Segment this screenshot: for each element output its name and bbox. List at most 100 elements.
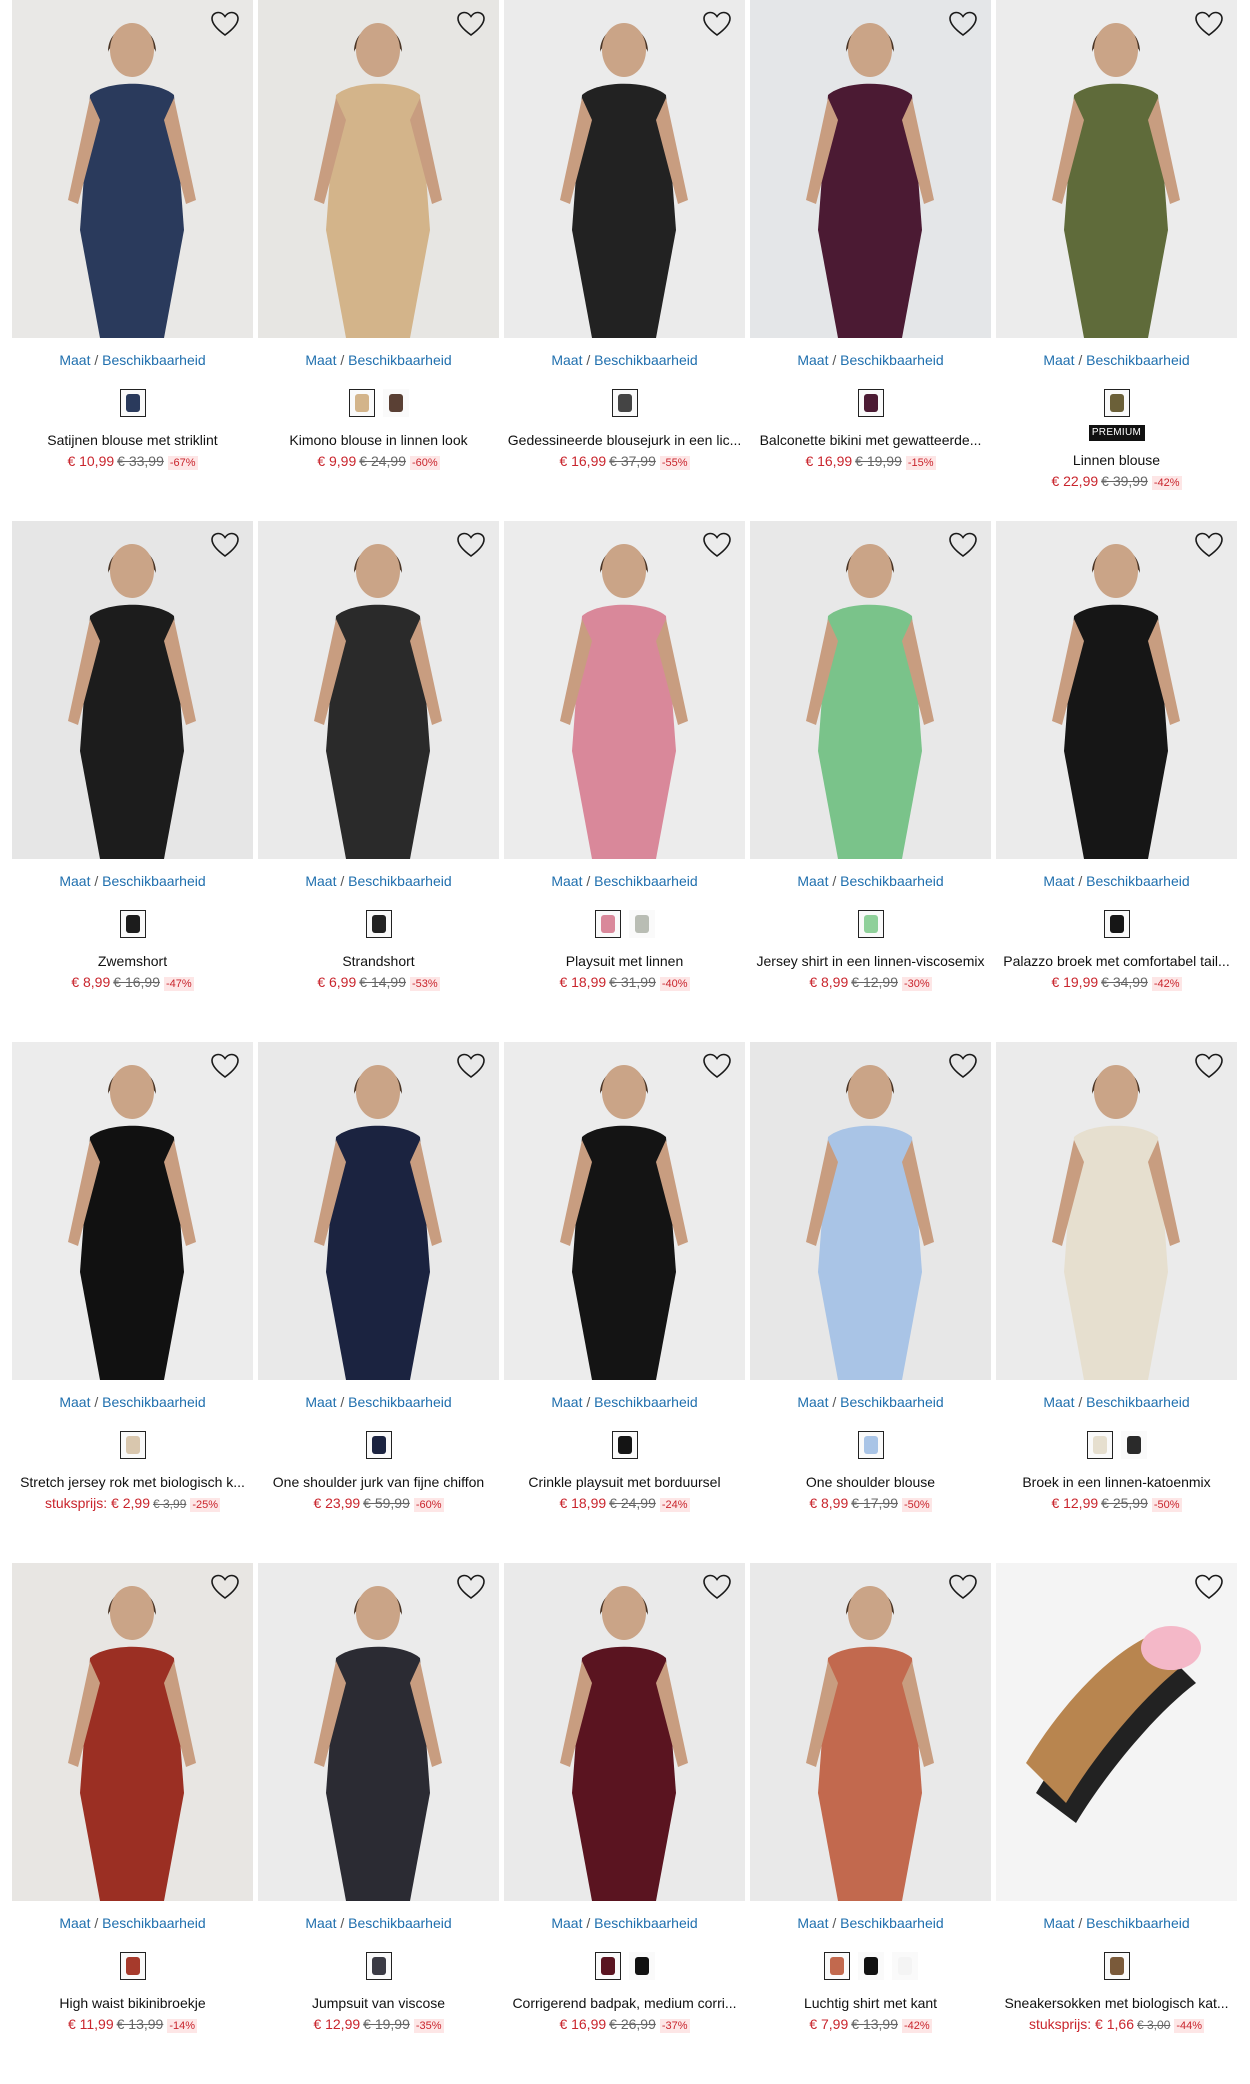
size-availability-link[interactable]: Maat / Beschikbaarheid <box>996 351 1237 369</box>
wishlist-heart-icon[interactable] <box>948 10 978 38</box>
product-image[interactable] <box>504 521 745 859</box>
size-availability-link[interactable]: Maat / Beschikbaarheid <box>750 1393 991 1411</box>
product-name[interactable]: Balconette bikini met gewatteerde... <box>750 431 991 449</box>
wishlist-heart-icon[interactable] <box>210 1573 240 1601</box>
product-card[interactable]: Maat / Beschikbaarheid PREMIUM Linnen blou… <box>996 0 1237 521</box>
product-card[interactable]: Maat / Beschikbaarheid Playsuit met linne… <box>504 521 745 1042</box>
wishlist-heart-icon[interactable] <box>702 1573 732 1601</box>
color-swatch[interactable] <box>1103 389 1130 417</box>
wishlist-heart-icon[interactable] <box>702 1052 732 1080</box>
color-swatch[interactable] <box>365 1952 392 1980</box>
product-card[interactable]: Maat / Beschikbaarheid Jumpsuit van visco… <box>258 1563 499 2084</box>
color-swatch[interactable] <box>382 389 409 417</box>
product-image[interactable] <box>258 1563 499 1901</box>
product-name[interactable]: Corrigerend badpak, medium corri... <box>504 1994 745 2012</box>
size-availability-link[interactable]: Maat / Beschikbaarheid <box>504 1393 745 1411</box>
product-card[interactable]: Maat / Beschikbaarheid One shoulder jurk … <box>258 1042 499 1563</box>
size-availability-link[interactable]: Maat / Beschikbaarheid <box>996 1393 1237 1411</box>
color-swatch[interactable] <box>857 1952 884 1980</box>
product-image[interactable] <box>258 521 499 859</box>
size-availability-link[interactable]: Maat / Beschikbaarheid <box>996 1914 1237 1932</box>
color-swatch[interactable] <box>1103 1952 1130 1980</box>
product-image[interactable] <box>12 1042 253 1380</box>
product-image[interactable] <box>750 1563 991 1901</box>
product-name[interactable]: Strandshort <box>258 952 499 970</box>
product-card[interactable]: Maat / Beschikbaarheid Balconette bikini … <box>750 0 991 521</box>
product-card[interactable]: Maat / Beschikbaarheid Crinkle playsuit m… <box>504 1042 745 1563</box>
color-swatch[interactable] <box>119 389 146 417</box>
color-swatch[interactable] <box>365 910 392 938</box>
color-swatch[interactable] <box>119 1952 146 1980</box>
size-availability-link[interactable]: Maat / Beschikbaarheid <box>750 1914 991 1932</box>
color-swatch[interactable] <box>594 910 621 938</box>
product-card[interactable]: Maat / Beschikbaarheid Gedessineerde blou… <box>504 0 745 521</box>
product-card[interactable]: Maat / Beschikbaarheid Satijnen blouse me… <box>12 0 253 521</box>
wishlist-heart-icon[interactable] <box>1194 1052 1224 1080</box>
product-image[interactable] <box>504 1563 745 1901</box>
size-availability-link[interactable]: Maat / Beschikbaarheid <box>504 1914 745 1932</box>
product-card[interactable]: Maat / Beschikbaarheid Strandshort € 6,99 €… <box>258 521 499 1042</box>
size-availability-link[interactable]: Maat / Beschikbaarheid <box>12 872 253 890</box>
product-name[interactable]: Stretch jersey rok met biologisch k... <box>12 1473 253 1491</box>
product-card[interactable]: Maat / Beschikbaarheid Broek in een linne… <box>996 1042 1237 1563</box>
wishlist-heart-icon[interactable] <box>456 1052 486 1080</box>
color-swatch[interactable] <box>823 1952 850 1980</box>
size-availability-link[interactable]: Maat / Beschikbaarheid <box>258 1914 499 1932</box>
wishlist-heart-icon[interactable] <box>948 1573 978 1601</box>
product-card[interactable]: Maat / Beschikbaarheid Zwemshort € 8,99 € 1… <box>12 521 253 1042</box>
color-swatch[interactable] <box>1086 1431 1113 1459</box>
wishlist-heart-icon[interactable] <box>702 10 732 38</box>
size-availability-link[interactable]: Maat / Beschikbaarheid <box>258 872 499 890</box>
product-name[interactable]: Luchtig shirt met kant <box>750 1994 991 2012</box>
product-image[interactable] <box>258 1042 499 1380</box>
wishlist-heart-icon[interactable] <box>210 1052 240 1080</box>
color-swatch[interactable] <box>857 910 884 938</box>
wishlist-heart-icon[interactable] <box>702 531 732 559</box>
size-availability-link[interactable]: Maat / Beschikbaarheid <box>504 351 745 369</box>
product-card[interactable]: Maat / Beschikbaarheid Sneakersokken met … <box>996 1563 1237 2084</box>
product-image[interactable] <box>12 521 253 859</box>
product-name[interactable]: Sneakersokken met biologisch kat... <box>996 1994 1237 2012</box>
product-name[interactable]: One shoulder jurk van fijne chiffon <box>258 1473 499 1491</box>
product-name[interactable]: Palazzo broek met comfortabel tail... <box>996 952 1237 970</box>
product-image[interactable] <box>12 1563 253 1901</box>
color-swatch[interactable] <box>119 910 146 938</box>
color-swatch[interactable] <box>857 389 884 417</box>
product-card[interactable]: Maat / Beschikbaarheid Palazzo broek met … <box>996 521 1237 1042</box>
size-availability-link[interactable]: Maat / Beschikbaarheid <box>996 872 1237 890</box>
wishlist-heart-icon[interactable] <box>948 531 978 559</box>
size-availability-link[interactable]: Maat / Beschikbaarheid <box>258 351 499 369</box>
size-availability-link[interactable]: Maat / Beschikbaarheid <box>258 1393 499 1411</box>
product-name[interactable]: Linnen blouse <box>996 451 1237 469</box>
product-name[interactable]: One shoulder blouse <box>750 1473 991 1491</box>
color-swatch[interactable] <box>628 1952 655 1980</box>
product-card[interactable]: Maat / Beschikbaarheid Luchtig shirt met … <box>750 1563 991 2084</box>
product-image[interactable] <box>996 521 1237 859</box>
color-swatch[interactable] <box>891 1952 918 1980</box>
size-availability-link[interactable]: Maat / Beschikbaarheid <box>504 872 745 890</box>
color-swatch[interactable] <box>365 1431 392 1459</box>
color-swatch[interactable] <box>611 1431 638 1459</box>
product-name[interactable]: Broek in een linnen-katoenmix <box>996 1473 1237 1491</box>
product-card[interactable]: Maat / Beschikbaarheid Stretch jersey rok… <box>12 1042 253 1563</box>
wishlist-heart-icon[interactable] <box>1194 1573 1224 1601</box>
product-name[interactable]: Jersey shirt in een linnen-viscosemix <box>750 952 991 970</box>
product-name[interactable]: Crinkle playsuit met borduursel <box>504 1473 745 1491</box>
product-name[interactable]: High waist bikinibroekje <box>12 1994 253 2012</box>
wishlist-heart-icon[interactable] <box>1194 531 1224 559</box>
product-image[interactable] <box>996 1563 1237 1901</box>
product-name[interactable]: Jumpsuit van viscose <box>258 1994 499 2012</box>
product-image[interactable] <box>750 1042 991 1380</box>
product-name[interactable]: Zwemshort <box>12 952 253 970</box>
wishlist-heart-icon[interactable] <box>210 10 240 38</box>
wishlist-heart-icon[interactable] <box>456 531 486 559</box>
color-swatch[interactable] <box>1103 910 1130 938</box>
product-image[interactable] <box>258 0 499 338</box>
product-name[interactable]: Gedessineerde blousejurk in een lic... <box>504 431 745 449</box>
product-image[interactable] <box>750 0 991 338</box>
wishlist-heart-icon[interactable] <box>1194 10 1224 38</box>
product-image[interactable] <box>750 521 991 859</box>
color-swatch[interactable] <box>1120 1431 1147 1459</box>
size-availability-link[interactable]: Maat / Beschikbaarheid <box>750 351 991 369</box>
product-card[interactable]: Maat / Beschikbaarheid One shoulder blous… <box>750 1042 991 1563</box>
